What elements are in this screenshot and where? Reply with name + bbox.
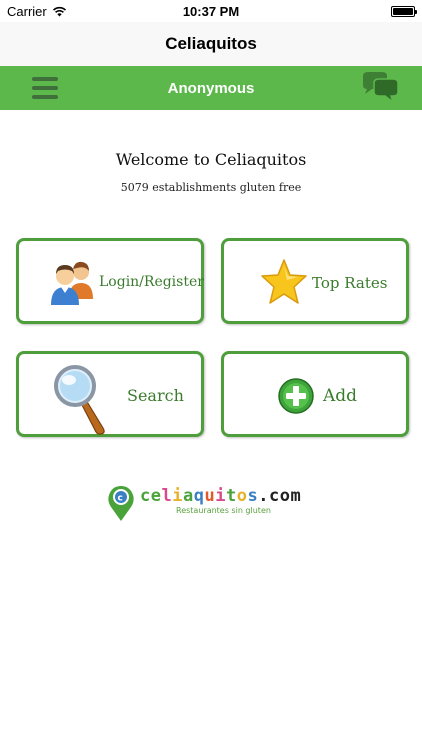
status-bar: Carrier 10:37 PM	[0, 0, 422, 22]
users-icon	[51, 261, 93, 305]
establishments-count: 5079 establishments gluten free	[120, 181, 302, 194]
welcome-title: Welcome to Celiaquitos	[115, 150, 307, 169]
top-rates-button[interactable]: Top Rates	[221, 238, 409, 324]
search-label: Search	[127, 386, 184, 405]
star-icon	[261, 259, 307, 304]
add-button[interactable]: Add	[221, 351, 409, 437]
hamburger-icon[interactable]	[30, 75, 60, 101]
navigation-bar: Celiaquitos	[0, 22, 422, 66]
logo-letter: l	[161, 486, 173, 506]
header-bar: Anonymous	[0, 66, 422, 110]
menu-line	[32, 95, 58, 99]
add-label: Add	[323, 386, 358, 406]
status-left: Carrier	[7, 4, 67, 19]
battery-icon	[391, 5, 417, 17]
search-button[interactable]: Search	[16, 351, 204, 437]
carrier-label: Carrier	[7, 3, 47, 19]
top-rates-label: Top Rates	[312, 274, 388, 292]
logo-letter: c	[269, 486, 280, 506]
logo-letter: u	[204, 486, 216, 506]
svg-text:c: c	[118, 494, 123, 504]
logo-letter: c	[140, 486, 151, 506]
logo-letter: m	[290, 486, 302, 506]
logo-letter: .	[258, 486, 269, 506]
add-plus-icon	[278, 378, 314, 414]
logo-letter: s	[247, 486, 259, 506]
login-register-button[interactable]: Login/Register	[16, 238, 204, 324]
menu-line	[32, 77, 58, 81]
magnifier-icon	[54, 365, 105, 435]
logo-letter: q	[193, 486, 205, 506]
login-register-label: Login/Register	[99, 274, 204, 290]
nav-title: Celiaquitos	[165, 34, 257, 53]
celiaquitos-logo: c celiaquitos.com Restaurantes sin glute…	[106, 484, 318, 524]
map-pin-icon: c	[108, 486, 134, 521]
logo-letter: o	[279, 486, 291, 506]
logo-tagline: Restaurantes sin gluten	[176, 506, 271, 515]
header-title: Anonymous	[167, 79, 255, 97]
wifi-icon	[52, 6, 66, 16]
logo-letter: o	[236, 486, 248, 506]
chat-bubbles-icon[interactable]	[360, 71, 400, 105]
menu-line	[32, 86, 58, 90]
logo-wordmark: celiaquitos.com	[140, 486, 301, 506]
logo-letter: a	[183, 486, 194, 506]
logo-letter: e	[150, 486, 162, 506]
logo-letter: i	[172, 486, 183, 506]
battery-fill	[393, 7, 413, 15]
logo-letter: t	[226, 486, 237, 506]
logo-letter: i	[215, 486, 226, 506]
